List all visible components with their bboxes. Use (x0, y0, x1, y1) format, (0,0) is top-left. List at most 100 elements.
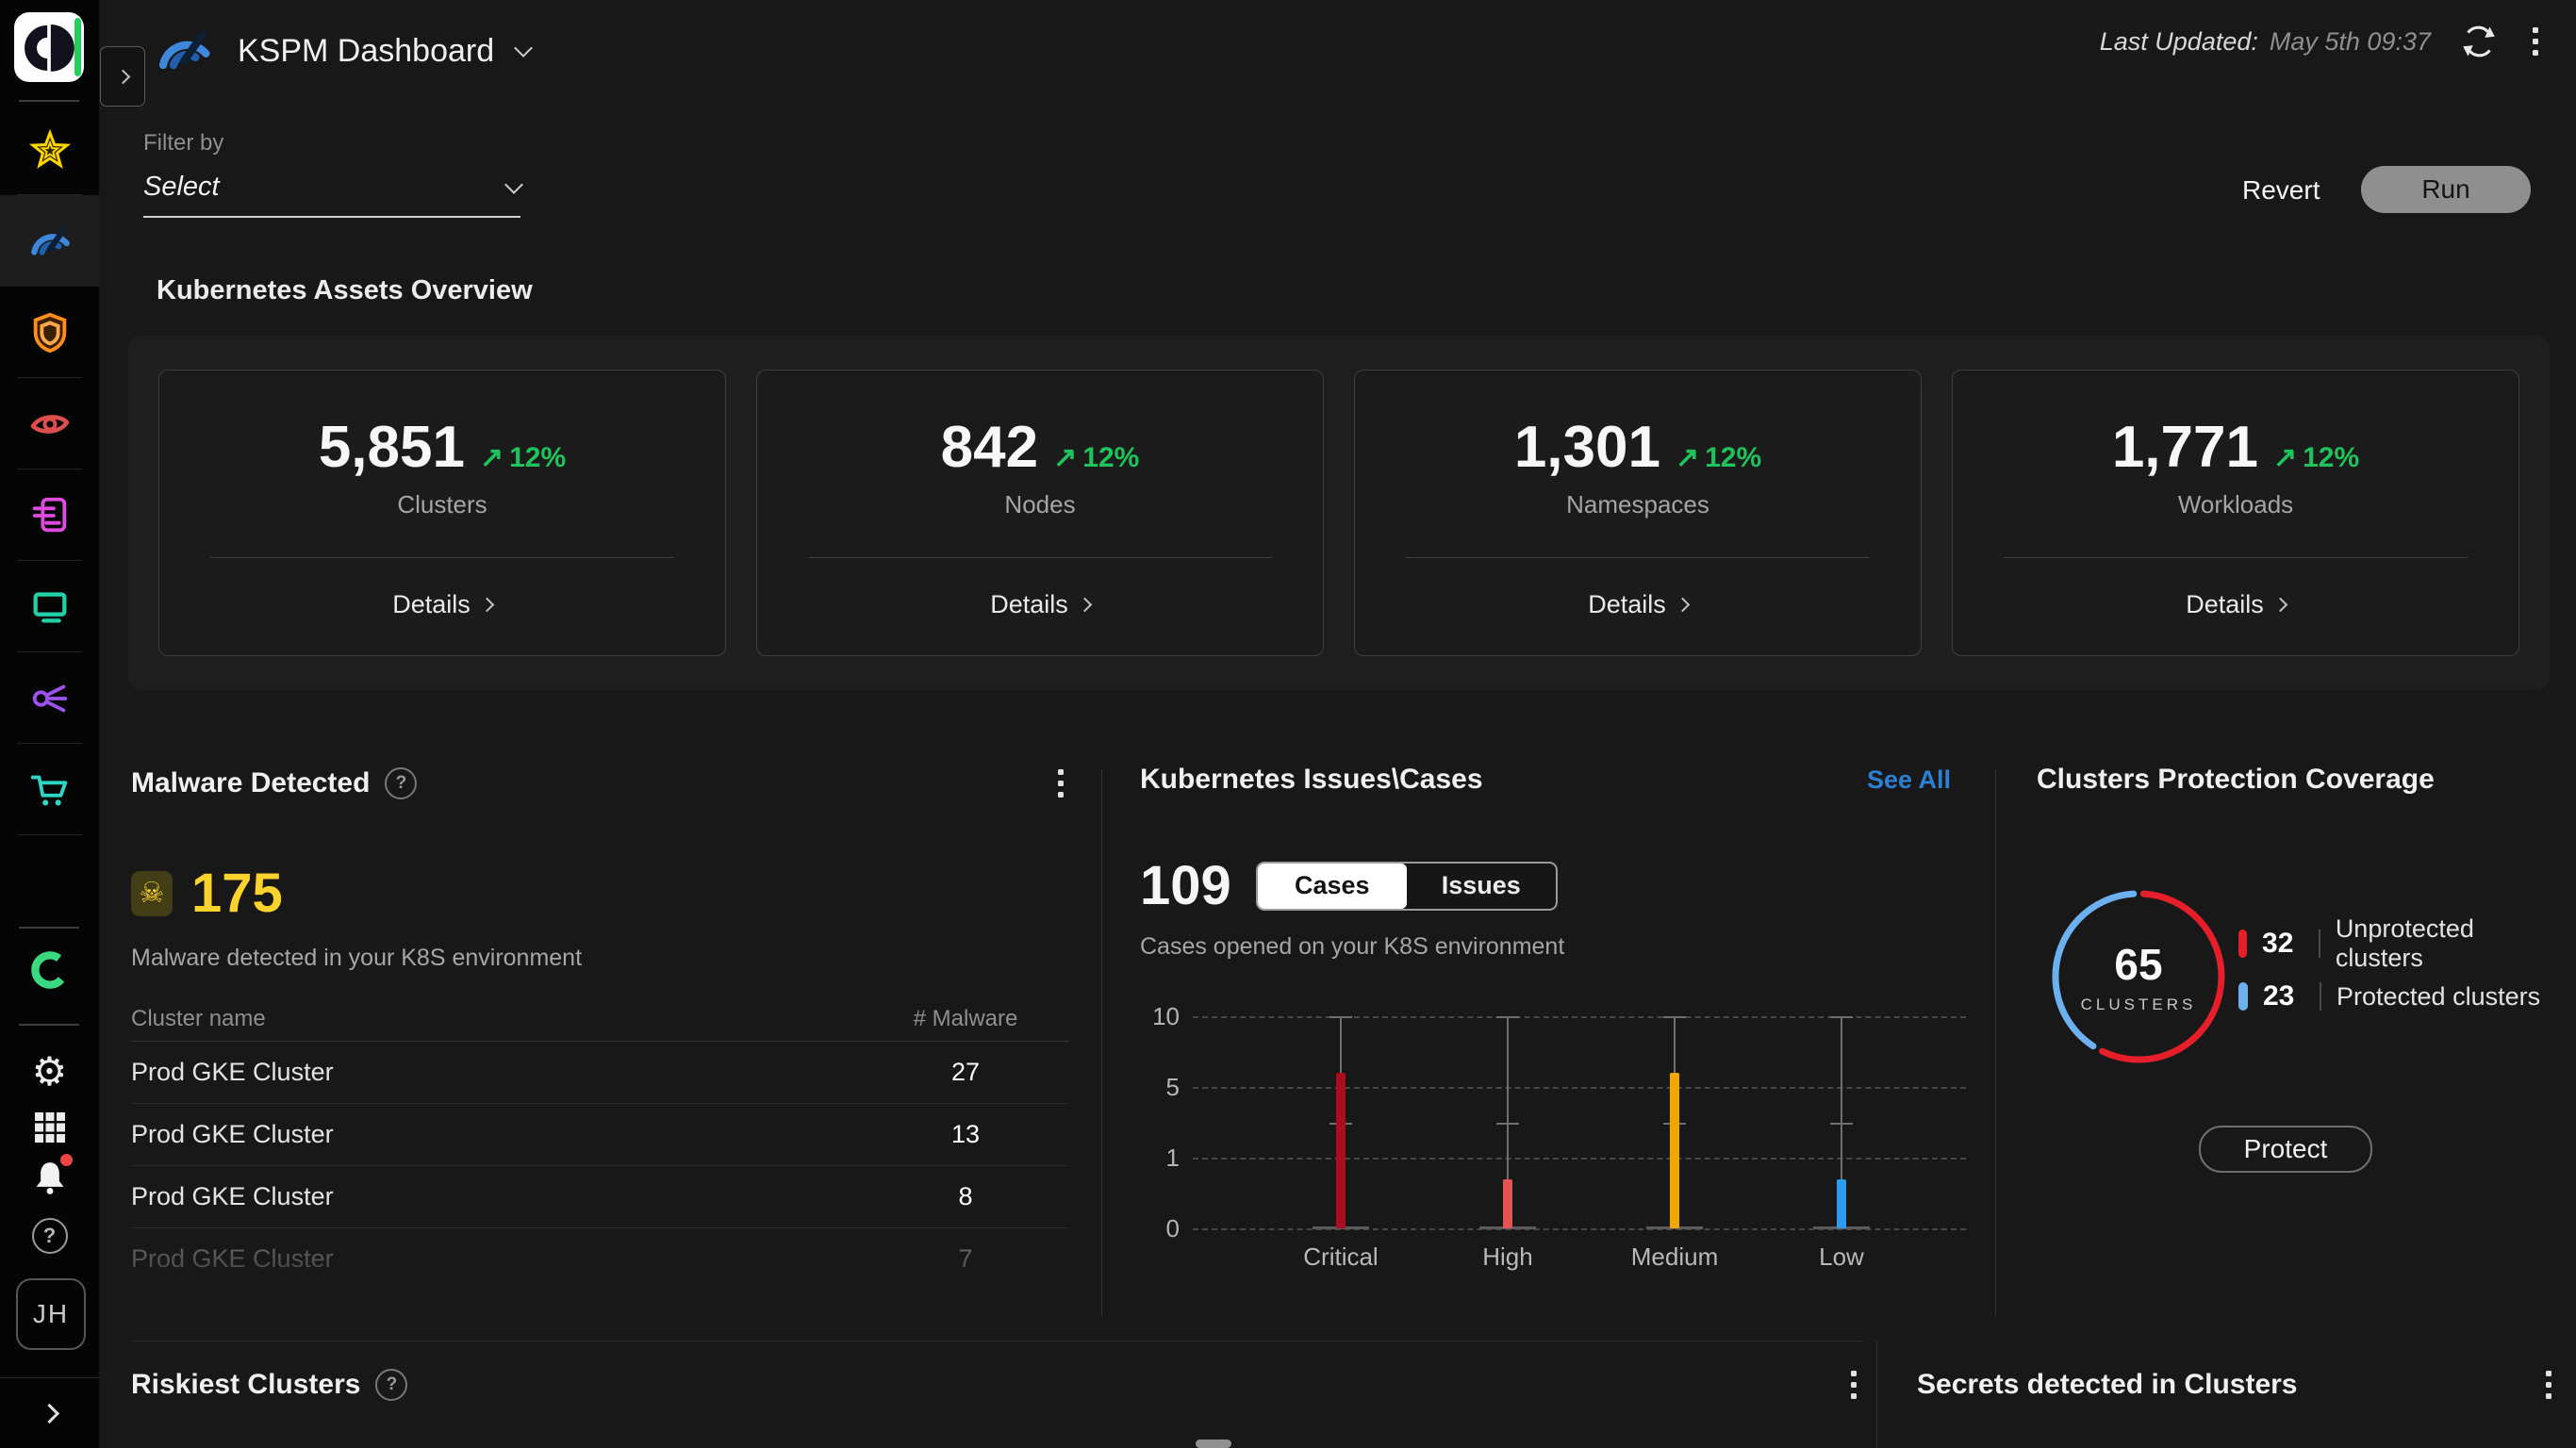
donut-total-label: CLUSTERS (2080, 996, 2197, 1013)
malware-count: 175 (191, 863, 283, 924)
card-delta: 12% (1705, 442, 1762, 473)
filter-select[interactable]: Select (143, 172, 523, 218)
sidebar-item-document[interactable] (0, 469, 99, 561)
column-header-cluster-name: Cluster name (131, 1006, 266, 1031)
details-label: Details (392, 590, 471, 618)
legend-value: 32 (2262, 928, 2294, 959)
toggle-issues[interactable]: Issues (1407, 864, 1556, 909)
details-link[interactable]: Details (757, 590, 1323, 619)
header-kebab-menu[interactable] (2527, 22, 2544, 61)
eye-icon (30, 414, 69, 434)
card-delta: 12% (1082, 442, 1140, 473)
cluster-name: Prod GKE Cluster (131, 1244, 334, 1273)
severity-bar-medium[interactable] (1670, 1073, 1679, 1228)
kspm-dashboard-page: { "header": { "title": "KSPM Dashboard",… (0, 0, 2576, 1448)
assets-overview-title: Kubernetes Assets Overview (157, 275, 533, 305)
help-button[interactable]: ? (0, 1218, 99, 1254)
monitor-icon (33, 591, 66, 623)
protection-donut-chart: 65 CLUSTERS (2044, 882, 2233, 1071)
protect-button[interactable]: Protect (2199, 1126, 2372, 1173)
divider (808, 557, 1272, 558)
secrets-kebab-menu[interactable] (2540, 1365, 2557, 1405)
notifications-button[interactable] (0, 1154, 99, 1202)
sidebar-item-kspm-dashboard[interactable] (0, 195, 99, 287)
malware-count-cell: 13 (950, 1120, 981, 1148)
sidebar-item-monitor[interactable] (0, 561, 99, 652)
apps-button[interactable] (0, 1109, 99, 1146)
issues-title: Kubernetes Issues\Cases (1140, 764, 1483, 795)
legend-swatch-blue (2238, 982, 2248, 1011)
scrollbar-thumb[interactable] (1196, 1440, 1231, 1448)
y-axis-tick: 5 (1165, 1073, 1180, 1101)
sidebar-item-share[interactable] (0, 652, 99, 744)
malware-kebab-menu[interactable] (1052, 764, 1069, 803)
revert-button[interactable]: Revert (2242, 175, 2320, 206)
details-link[interactable]: Details (1355, 590, 1921, 619)
malware-count-cell: 27 (950, 1058, 981, 1086)
star-icon (28, 128, 71, 169)
severity-bar-low[interactable] (1837, 1178, 1846, 1228)
malware-table: Cluster name # Malware Prod GKE Cluster … (131, 997, 1069, 1291)
sidebar-item-cart[interactable] (0, 744, 99, 835)
last-updated-value: May 5th 09:37 (2269, 26, 2431, 56)
severity-bar-high[interactable] (1503, 1178, 1512, 1228)
card-value: 1,301 (1513, 415, 1660, 480)
riskiest-clusters-title: Riskiest Clusters (131, 1369, 361, 1400)
table-row[interactable]: Prod GKE Cluster 8 (131, 1166, 1069, 1228)
asset-card-nodes: 842 ↗ 12% Nodes Details (756, 370, 1324, 656)
details-link[interactable]: Details (159, 590, 725, 619)
card-value: 5,851 (318, 415, 465, 480)
malware-count-cell: 7 (958, 1244, 973, 1273)
asset-card-workloads: 1,771 ↗ 12% Workloads Details (1952, 370, 2519, 656)
refresh-icon[interactable] (2457, 20, 2501, 63)
riskiest-kebab-menu[interactable] (1845, 1365, 1862, 1405)
malware-subtitle: Malware detected in your K8S environment (131, 945, 583, 971)
table-row[interactable]: Prod GKE Cluster 7 (131, 1228, 1069, 1291)
skull-crossbones-icon: ☠ (131, 870, 173, 916)
settings-gear-icon: ⚙ (31, 1049, 68, 1094)
legend-row-protected: 23 Protected clusters (2238, 975, 2546, 1018)
help-icon[interactable]: ? (375, 1369, 408, 1401)
x-axis-label: Medium (1630, 1242, 1719, 1271)
settings-button[interactable]: ⚙ (0, 1052, 99, 1092)
panel-expand-button[interactable] (100, 46, 145, 107)
filter-group: Filter by Select (143, 130, 523, 218)
table-row[interactable]: Prod GKE Cluster 27 (131, 1042, 1069, 1104)
apps-grid-icon (34, 1112, 65, 1143)
divider (19, 1024, 79, 1026)
card-value: 842 (940, 415, 1039, 480)
filter-select-value: Select (143, 172, 220, 202)
cart-icon (30, 775, 67, 805)
card-label: Namespaces (1566, 490, 1709, 518)
card-label: Nodes (1004, 490, 1076, 518)
gauge-icon (158, 31, 210, 70)
sidebar-collapse-toggle[interactable] (0, 1377, 99, 1448)
malware-count-cell: 8 (958, 1182, 973, 1210)
severity-bar-critical[interactable] (1336, 1073, 1346, 1228)
chevron-down-icon (504, 174, 523, 194)
x-axis-label: Low (1819, 1242, 1864, 1271)
divider (1876, 1341, 1877, 1448)
details-link[interactable]: Details (1953, 590, 2518, 619)
asset-card-clusters: 5,851 ↗ 12% Clusters Details (158, 370, 726, 656)
details-label: Details (2186, 590, 2264, 618)
see-all-link[interactable]: See All (1867, 765, 1951, 795)
whisker-cap (1329, 1016, 1352, 1018)
sidebar-item-ring[interactable] (0, 946, 99, 994)
table-row[interactable]: Prod GKE Cluster 13 (131, 1104, 1069, 1166)
card-label: Clusters (397, 490, 487, 518)
document-icon (32, 497, 66, 532)
orca-logo-icon (25, 24, 74, 72)
divider (2319, 930, 2320, 958)
run-button[interactable]: Run (2361, 166, 2531, 213)
app-logo[interactable] (14, 12, 84, 82)
sidebar-item-shield[interactable] (0, 287, 99, 378)
sidebar-item-eye[interactable] (0, 378, 99, 469)
toggle-cases[interactable]: Cases (1257, 863, 1407, 909)
avatar[interactable]: JH (16, 1278, 86, 1350)
malware-panel: Malware Detected ? ☠ 175 Malware detecte… (131, 764, 1074, 1316)
chevron-right-icon (2272, 597, 2288, 613)
help-icon[interactable]: ? (385, 767, 418, 799)
sidebar-item-star[interactable] (0, 104, 99, 195)
chevron-down-icon[interactable] (514, 39, 534, 58)
